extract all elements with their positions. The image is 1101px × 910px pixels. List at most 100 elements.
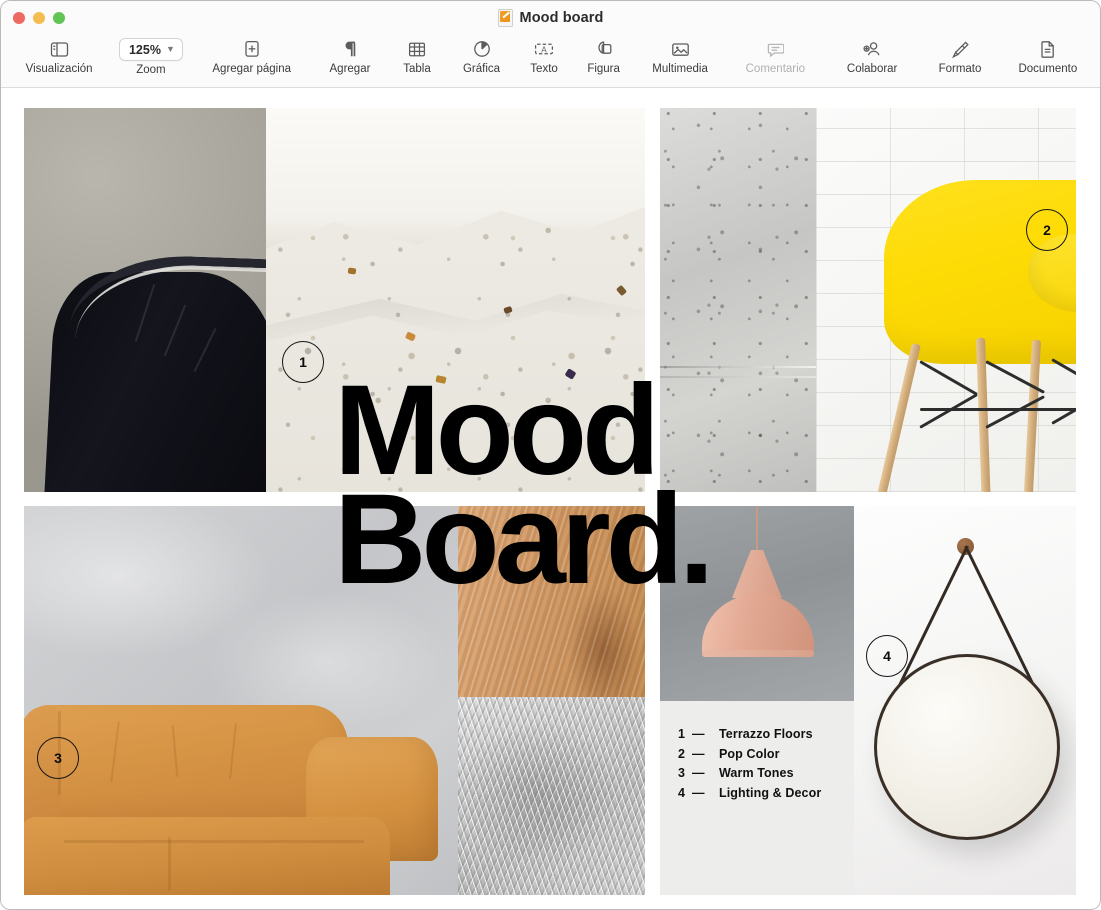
legend-number: 3	[678, 766, 686, 780]
toolbar-item-grafica[interactable]: Gráfica	[448, 35, 516, 75]
text-box-icon: A	[534, 36, 554, 62]
toolbar: Visualización 125% ▼ Zoom Agregar página	[0, 35, 1101, 88]
legend-item: 3 — Warm Tones	[678, 764, 854, 784]
quadrant-bottom-right: 1 — Terrazzo Floors 2 — Pop Color 3 — Wa…	[660, 506, 1076, 895]
toolbar-item-comentario[interactable]: Comentario	[726, 35, 825, 75]
chair-wire	[919, 360, 978, 396]
toolbar-item-texto[interactable]: A Texto	[515, 35, 573, 75]
toolbar-label: Agregar página	[212, 63, 292, 75]
legend-label: Terrazzo Floors	[719, 727, 813, 741]
chair-wire	[920, 408, 1076, 411]
app-window: Mood board Visualización 125% ▼ Zoom Agr…	[0, 0, 1101, 910]
pages-document-icon	[497, 8, 513, 27]
sofa-seat-cushion	[24, 817, 390, 895]
title-bar: Mood board	[0, 0, 1101, 35]
legend-list: 1 — Terrazzo Floors 2 — Pop Color 3 — Wa…	[660, 701, 854, 895]
lamp-rim	[702, 650, 814, 657]
legend-item: 1 — Terrazzo Floors	[678, 725, 854, 745]
quadrant-top-right	[660, 108, 1076, 492]
toolbar-label: Multimedia	[652, 63, 708, 75]
toolbar-label: Texto	[530, 63, 558, 75]
toolbar-label: Colaborar	[846, 63, 898, 75]
chevron-down-icon: ▼	[165, 44, 175, 54]
toolbar-item-agregar-pagina[interactable]: Agregar página	[190, 35, 314, 75]
toolbar-item-formato[interactable]: Formato	[919, 35, 1000, 75]
toolbar-label: Documento	[1018, 63, 1078, 75]
legend-label: Warm Tones	[719, 766, 794, 780]
toolbar-label: Tabla	[403, 63, 431, 75]
legend-dash: —	[692, 766, 705, 780]
zoom-value: 125%	[128, 42, 161, 57]
comment-icon	[767, 36, 784, 62]
media-icon	[671, 36, 690, 62]
collaborate-icon	[862, 36, 882, 62]
toolbar-item-colaborar[interactable]: Colaborar	[825, 35, 919, 75]
mirror-glass	[874, 654, 1060, 840]
svg-text:A: A	[541, 45, 547, 54]
terrazzo-slab-photo[interactable]	[266, 108, 645, 492]
toolbar-label: Visualización	[25, 63, 93, 75]
window-title-group: Mood board	[0, 0, 1101, 35]
badge-marker-2[interactable]: 2	[1026, 209, 1068, 251]
chair-leg	[876, 342, 921, 492]
pink-pendant-lamp-photo[interactable]	[660, 506, 854, 701]
toolbar-item-zoom[interactable]: 125% ▼ Zoom	[112, 35, 189, 76]
lamp-shade	[702, 594, 814, 656]
document-icon	[1040, 36, 1056, 62]
toolbar-item-documento[interactable]: Documento	[1001, 35, 1095, 75]
terrazzo-crack	[266, 294, 645, 342]
lamp-cord	[756, 506, 758, 552]
quadrant-bottom-left	[24, 506, 645, 895]
terrazzo-slab-edge	[266, 108, 645, 249]
legend-label: Lighting & Decor	[719, 785, 822, 800]
legend-dash: —	[692, 785, 705, 800]
toolbar-label: Formato	[938, 63, 982, 75]
zoom-popup-button[interactable]: 125% ▼	[118, 38, 183, 61]
legend-number: 2	[678, 746, 686, 761]
legend-number: 1	[678, 727, 686, 741]
legend-number: 4	[678, 785, 686, 800]
toolbar-label: Comentario	[745, 63, 806, 75]
close-button[interactable]	[13, 11, 25, 24]
toolbar-item-visualizacion[interactable]: Visualización	[6, 35, 112, 75]
add-page-icon	[244, 36, 260, 62]
legend-item: 2 — Pop Color	[678, 745, 854, 765]
chair-wire	[919, 393, 978, 429]
mood-board-layout: 1 — Terrazzo Floors 2 — Pop Color 3 — Wa…	[24, 108, 1076, 895]
grey-fur-rug-photo[interactable]	[458, 697, 645, 895]
chart-pie-icon	[473, 36, 491, 62]
toolbar-item-multimedia[interactable]: Multimedia	[634, 35, 725, 75]
badge-marker-4[interactable]: 4	[866, 635, 908, 677]
window-title: Mood board	[519, 9, 604, 26]
toolbar-item-tabla[interactable]: Tabla	[386, 35, 448, 75]
maximize-button[interactable]	[53, 11, 65, 24]
legend-label: Pop Color	[719, 746, 780, 761]
tan-leather-sofa-photo[interactable]	[24, 673, 438, 895]
grey-plaster-wall-photo[interactable]	[24, 506, 458, 895]
toolbar-label: Agregar	[329, 63, 371, 75]
shapes-icon	[595, 36, 613, 62]
document-canvas[interactable]: 1 — Terrazzo Floors 2 — Pop Color 3 — Wa…	[0, 88, 1101, 910]
lamp-cone	[732, 550, 782, 598]
toolbar-label: Zoom	[136, 64, 166, 76]
toolbar-label: Gráfica	[462, 63, 501, 75]
badge-marker-3[interactable]: 3	[37, 737, 79, 779]
format-brush-icon	[951, 36, 970, 62]
pilcrow-icon	[343, 36, 357, 62]
round-strap-mirror-photo[interactable]	[854, 506, 1076, 895]
table-icon	[408, 36, 426, 62]
legend-dash: —	[692, 727, 705, 741]
toolbar-item-agregar[interactable]: Agregar	[314, 35, 386, 75]
window-controls	[13, 11, 65, 24]
black-leather-chair-photo[interactable]	[24, 108, 287, 492]
yellow-chair-photo[interactable]	[816, 108, 1076, 492]
quadrant-top-left	[24, 108, 645, 492]
toolbar-label: Figura	[587, 63, 620, 75]
wood-grain-photo[interactable]	[458, 506, 645, 697]
minimize-button[interactable]	[33, 11, 45, 24]
legend-item: 4 — Lighting & Decor	[678, 784, 854, 804]
legend-dash: —	[692, 746, 705, 761]
toolbar-item-figura[interactable]: Figura	[573, 35, 635, 75]
badge-marker-1[interactable]: 1	[282, 341, 324, 383]
concrete-wall-photo[interactable]	[660, 108, 816, 492]
